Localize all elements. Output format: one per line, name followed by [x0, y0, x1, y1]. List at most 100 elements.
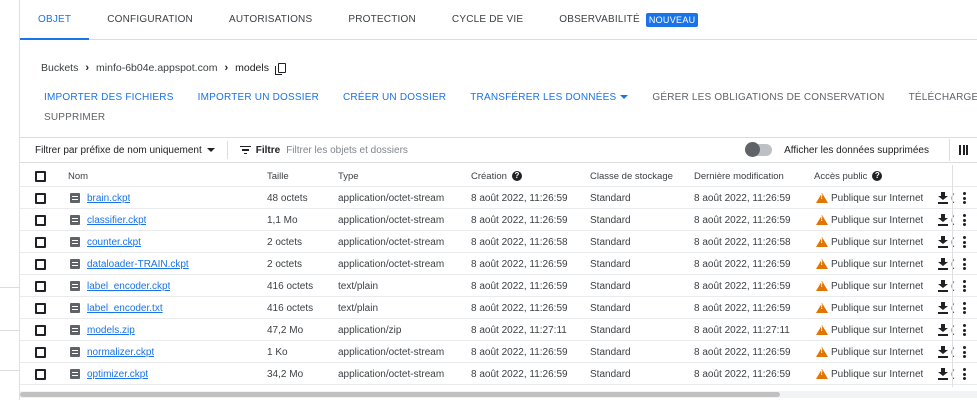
- prefix-filter-select[interactable]: Filtrer par préfixe de nom uniquement: [35, 145, 215, 156]
- row-checkbox[interactable]: [35, 231, 46, 253]
- public-access-label: Publique sur Internet: [831, 346, 924, 358]
- download-icon[interactable]: [938, 341, 948, 363]
- caret-down-icon: [620, 94, 629, 99]
- created-cell: 8 août 2022, 11:26:59: [471, 258, 568, 270]
- delete-button[interactable]: SUPPRIMER: [44, 112, 105, 123]
- more-vert-icon[interactable]: [963, 363, 966, 385]
- sticky-column-divider: [952, 165, 953, 387]
- row-checkbox[interactable]: [35, 363, 46, 385]
- table-row[interactable]: normalizer.ckpt 1 Ko application/octet-str…: [20, 341, 977, 363]
- more-vert-icon[interactable]: [963, 297, 966, 319]
- storage-class-cell: Standard: [590, 324, 631, 336]
- table-row[interactable]: counter.ckpt 2 octets application/octet-st…: [20, 231, 977, 253]
- row-checkbox[interactable]: [35, 187, 46, 209]
- tab-observabilite[interactable]: OBSERVABILITÉ NOUVEAU: [541, 0, 716, 39]
- show-deleted-toggle[interactable]: [745, 142, 773, 157]
- file-name-link[interactable]: optimizer.ckpt: [87, 369, 148, 380]
- more-vert-icon[interactable]: [963, 231, 966, 253]
- table-header: Nom Taille Type Création? Classe de stoc…: [20, 165, 977, 187]
- download-icon[interactable]: [938, 275, 948, 297]
- help-icon[interactable]: ?: [872, 171, 883, 181]
- more-vert-icon[interactable]: [963, 253, 966, 275]
- create-folder-button[interactable]: CRÉER UN DOSSIER: [343, 92, 446, 103]
- col-header-storage-class[interactable]: Classe de stockage: [590, 165, 673, 187]
- public-access-cell: Publique sur Internet: [816, 187, 923, 209]
- select-all-checkbox[interactable]: [35, 165, 46, 187]
- size-cell: 416 octets: [267, 302, 314, 314]
- tab-cycle-de-vie[interactable]: CYCLE DE VIE: [434, 0, 541, 39]
- row-checkbox[interactable]: [35, 341, 46, 363]
- table-row[interactable]: models.zip 47,2 Mo application/zip 8 août 2…: [20, 319, 977, 341]
- file-name-link[interactable]: normalizer.ckpt: [87, 347, 154, 358]
- table-row[interactable]: classifier.ckpt 1,1 Mo application/octet-s…: [20, 209, 977, 231]
- download-button[interactable]: TÉLÉCHARGER: [909, 92, 977, 103]
- scrollbar-thumb[interactable]: [20, 392, 780, 397]
- breadcrumb-bucket[interactable]: minfo-6b04e.appspot.com: [96, 62, 217, 74]
- col-header-name[interactable]: Nom: [68, 165, 88, 187]
- tab-protection[interactable]: PROTECTION: [330, 0, 434, 39]
- upload-folder-button[interactable]: IMPORTER UN DOSSIER: [198, 92, 319, 103]
- copy-icon[interactable]: [274, 62, 286, 75]
- download-icon[interactable]: [938, 187, 948, 209]
- file-icon: [70, 237, 80, 247]
- transfer-data-button[interactable]: TRANSFÉRER LES DONNÉES: [470, 92, 629, 103]
- tab-configuration[interactable]: CONFIGURATION: [89, 0, 211, 39]
- new-badge: NOUVEAU: [645, 12, 699, 27]
- tab-objet[interactable]: OBJET: [20, 0, 90, 40]
- download-icon[interactable]: [938, 363, 948, 385]
- warning-icon: [816, 259, 828, 269]
- download-icon[interactable]: [938, 231, 948, 253]
- col-header-public-access[interactable]: Accès public?: [814, 165, 883, 187]
- modified-cell: 8 août 2022, 11:26:59: [694, 368, 791, 380]
- tab-autorisations[interactable]: AUTORISATIONS: [211, 0, 330, 39]
- row-checkbox[interactable]: [35, 253, 46, 275]
- col-header-type[interactable]: Type: [338, 165, 359, 187]
- download-icon[interactable]: [938, 297, 948, 319]
- file-name-link[interactable]: brain.ckpt: [87, 193, 130, 204]
- warning-icon: [816, 369, 828, 379]
- upload-files-button[interactable]: IMPORTER DES FICHIERS: [44, 92, 174, 103]
- more-vert-icon[interactable]: [963, 275, 966, 297]
- download-icon[interactable]: [938, 319, 948, 341]
- col-header-modified[interactable]: Dernière modification: [694, 165, 784, 187]
- breadcrumb-buckets[interactable]: Buckets: [41, 62, 78, 74]
- column-display-icon[interactable]: [949, 139, 977, 161]
- public-access-label: Publique sur Internet: [831, 214, 924, 226]
- file-name-link[interactable]: counter.ckpt: [87, 237, 141, 248]
- horizontal-scrollbar[interactable]: [20, 391, 977, 398]
- modified-cell: 8 août 2022, 11:27:11: [694, 324, 790, 336]
- storage-class-cell: Standard: [590, 368, 631, 380]
- download-icon[interactable]: [938, 253, 948, 275]
- table-row[interactable]: label_encoder.ckpt 416 octets text/plain 8 …: [20, 275, 977, 297]
- file-name-link[interactable]: dataloader-TRAIN.ckpt: [87, 259, 189, 270]
- row-checkbox[interactable]: [35, 319, 46, 341]
- more-vert-icon[interactable]: [963, 319, 966, 341]
- file-name-link[interactable]: models.zip: [87, 325, 135, 336]
- filter-input[interactable]: [286, 144, 707, 156]
- warning-icon: [816, 215, 828, 225]
- more-vert-icon[interactable]: [963, 341, 966, 363]
- col-header-created[interactable]: Création?: [471, 165, 522, 187]
- col-header-size[interactable]: Taille: [267, 165, 289, 187]
- file-name-link[interactable]: label_encoder.ckpt: [87, 281, 170, 292]
- table-row[interactable]: dataloader-TRAIN.ckpt 2 octets application…: [20, 253, 977, 275]
- table-row[interactable]: brain.ckpt 48 octets application/octet-str…: [20, 187, 977, 209]
- row-checkbox[interactable]: [35, 297, 46, 319]
- table-row[interactable]: optimizer.ckpt 34,2 Mo application/octet-s…: [20, 363, 977, 385]
- file-name-link[interactable]: label_encoder.txt: [87, 303, 163, 314]
- more-vert-icon[interactable]: [963, 209, 966, 231]
- download-icon[interactable]: [938, 209, 948, 231]
- warning-icon: [816, 281, 828, 291]
- file-name-cell: models.zip: [70, 319, 135, 341]
- row-checkbox[interactable]: [35, 275, 46, 297]
- more-vert-icon[interactable]: [963, 187, 966, 209]
- storage-class-cell: Standard: [590, 236, 631, 248]
- table-row[interactable]: label_encoder.txt 416 octets text/plain 8 a…: [20, 297, 977, 319]
- help-icon[interactable]: ?: [511, 171, 522, 181]
- row-checkbox[interactable]: [35, 209, 46, 231]
- public-access-cell: Publique sur Internet: [816, 231, 923, 253]
- created-cell: 8 août 2022, 11:26:59: [471, 214, 568, 226]
- file-name-link[interactable]: classifier.ckpt: [87, 215, 146, 226]
- manage-holds-button[interactable]: GÉRER LES OBLIGATIONS DE CONSERVATION: [652, 92, 884, 103]
- warning-icon: [816, 325, 828, 335]
